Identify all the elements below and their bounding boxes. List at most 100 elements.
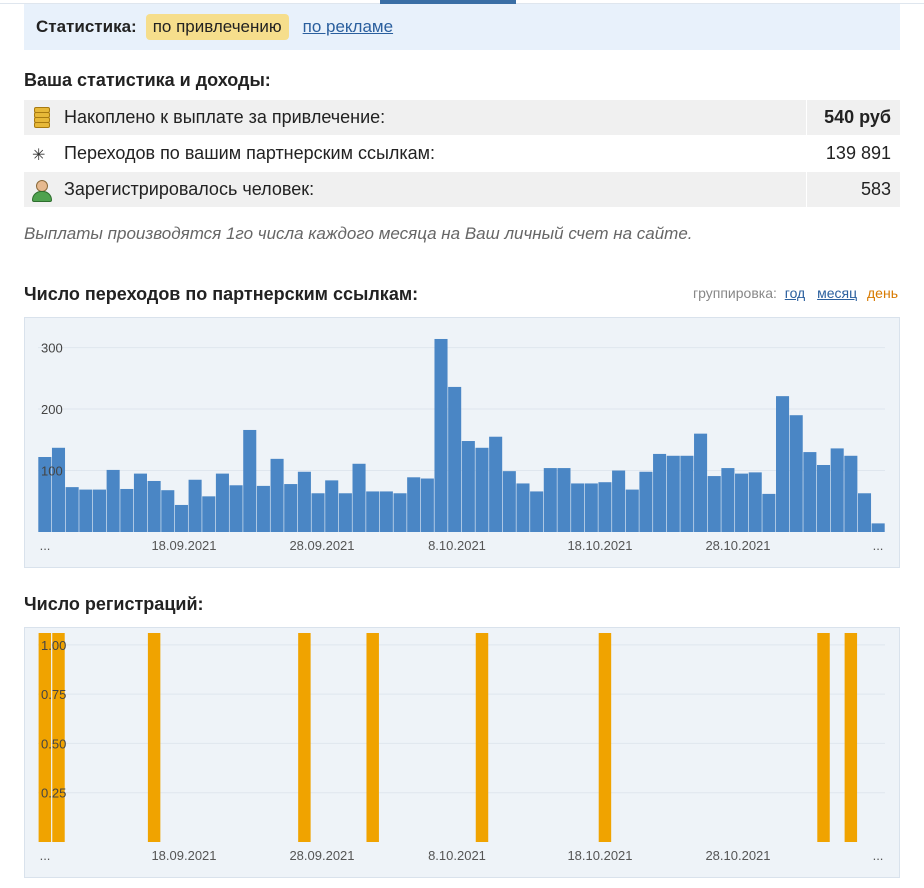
- bar[interactable]: [543, 468, 557, 532]
- bar[interactable]: [229, 485, 243, 532]
- bar[interactable]: [393, 493, 407, 532]
- summary-value: 583: [806, 172, 900, 207]
- bar[interactable]: [147, 633, 161, 842]
- bar[interactable]: [844, 455, 858, 532]
- bar[interactable]: [735, 473, 749, 532]
- bar[interactable]: [680, 455, 694, 532]
- bar[interactable]: [338, 493, 352, 532]
- bar[interactable]: [366, 633, 379, 842]
- bar[interactable]: [420, 478, 434, 532]
- bar[interactable]: [325, 480, 339, 532]
- bar[interactable]: [133, 473, 147, 532]
- x-tick-label: 18.09.2021: [151, 848, 216, 863]
- bar[interactable]: [817, 633, 830, 842]
- grouping-year-link[interactable]: год: [785, 285, 805, 301]
- bar[interactable]: [557, 468, 571, 532]
- bar[interactable]: [598, 482, 612, 532]
- summary-label: Накоплено к выплате за привлечение:: [64, 107, 386, 127]
- x-tick-label: 8.10.2021: [428, 848, 486, 863]
- bar[interactable]: [844, 633, 858, 842]
- bar[interactable]: [612, 470, 626, 532]
- bar[interactable]: [366, 491, 380, 532]
- bar[interactable]: [489, 436, 503, 532]
- statistics-label: Статистика:: [36, 17, 137, 36]
- bar[interactable]: [857, 493, 872, 532]
- bar[interactable]: [202, 496, 216, 532]
- summary-heading: Ваша статистика и доходы:: [24, 70, 271, 90]
- grouping-month-link[interactable]: месяц: [817, 285, 857, 301]
- y-tick-label: 0.75: [41, 687, 66, 702]
- summary-table: Накоплено к выплате за привлечение: 540 …: [24, 100, 900, 208]
- registrations-chart-svg: 0.25 0.50 0.75 1.00... 18.09.2021 28.09.2021 8…: [38, 633, 885, 863]
- y-tick-label: 1.00: [41, 638, 66, 653]
- bar[interactable]: [297, 471, 311, 532]
- bar[interactable]: [407, 477, 421, 532]
- registrations-chart: 0.25 0.50 0.75 1.00... 18.09.2021 28.09.2021 8…: [24, 627, 900, 878]
- x-tick-label: ...: [873, 538, 884, 553]
- bar[interactable]: [174, 504, 188, 532]
- bar[interactable]: [434, 338, 448, 532]
- bar[interactable]: [694, 433, 708, 532]
- bar[interactable]: [530, 491, 544, 532]
- bar[interactable]: [65, 487, 79, 532]
- bar[interactable]: [625, 489, 639, 532]
- bar[interactable]: [461, 441, 475, 532]
- bar[interactable]: [352, 463, 366, 532]
- bar[interactable]: [816, 464, 831, 532]
- bar[interactable]: [298, 633, 311, 842]
- bar[interactable]: [284, 484, 298, 532]
- y-tick-label: 0.25: [41, 786, 66, 801]
- bar[interactable]: [653, 453, 667, 532]
- clicks-chart-svg: 100 200 300... 18.09.2021 28.09.2021 8.10.202…: [38, 338, 885, 553]
- bar[interactable]: [502, 471, 516, 532]
- bar[interactable]: [830, 448, 844, 532]
- bar[interactable]: [762, 493, 776, 532]
- bar[interactable]: [803, 452, 817, 532]
- clicks-chart-title: Число переходов по партнерским ссылкам:: [24, 284, 419, 304]
- bar[interactable]: [639, 471, 653, 532]
- bar[interactable]: [789, 415, 803, 532]
- coins-icon: [24, 100, 58, 135]
- bar[interactable]: [51, 447, 66, 532]
- bar[interactable]: [243, 429, 257, 532]
- grouping-label: группировка:: [693, 285, 777, 301]
- bar[interactable]: [584, 483, 598, 532]
- bar[interactable]: [776, 396, 790, 532]
- bar[interactable]: [147, 480, 161, 532]
- bar[interactable]: [188, 479, 202, 532]
- bar[interactable]: [79, 489, 93, 532]
- bar[interactable]: [666, 455, 680, 532]
- grouping-day-current: день: [867, 285, 898, 301]
- y-tick-label: 300: [41, 341, 63, 356]
- bar[interactable]: [92, 489, 107, 532]
- x-tick-label: ...: [40, 848, 51, 863]
- payout-note: Выплаты производятся 1го числа каждого м…: [24, 224, 693, 243]
- tab-by-advertising[interactable]: по рекламе: [303, 17, 393, 37]
- tab-by-referral[interactable]: по привлечению: [145, 14, 289, 40]
- bar[interactable]: [748, 472, 762, 532]
- x-tick-label: 28.10.2021: [705, 848, 770, 863]
- summary-row-clicks: ✳ Переходов по вашим партнерским ссылкам…: [24, 136, 900, 172]
- bar[interactable]: [270, 458, 284, 532]
- bar[interactable]: [120, 488, 134, 532]
- bar[interactable]: [379, 491, 393, 532]
- bar[interactable]: [475, 447, 489, 532]
- bar[interactable]: [215, 473, 229, 532]
- x-tick-label: ...: [873, 848, 884, 863]
- x-tick-label: 28.09.2021: [289, 538, 354, 553]
- bar[interactable]: [707, 476, 721, 532]
- x-tick-label: 18.10.2021: [567, 848, 632, 863]
- bar[interactable]: [161, 490, 175, 532]
- bar[interactable]: [448, 386, 462, 532]
- x-tick-label: ...: [40, 538, 51, 553]
- bar[interactable]: [598, 633, 612, 842]
- bar[interactable]: [516, 483, 530, 532]
- bar[interactable]: [475, 633, 489, 842]
- bar[interactable]: [311, 493, 325, 532]
- bar[interactable]: [106, 469, 120, 532]
- bar[interactable]: [571, 483, 585, 532]
- bar[interactable]: [871, 523, 885, 532]
- bar[interactable]: [721, 468, 735, 532]
- bar[interactable]: [256, 485, 270, 532]
- x-tick-label: 28.09.2021: [289, 848, 354, 863]
